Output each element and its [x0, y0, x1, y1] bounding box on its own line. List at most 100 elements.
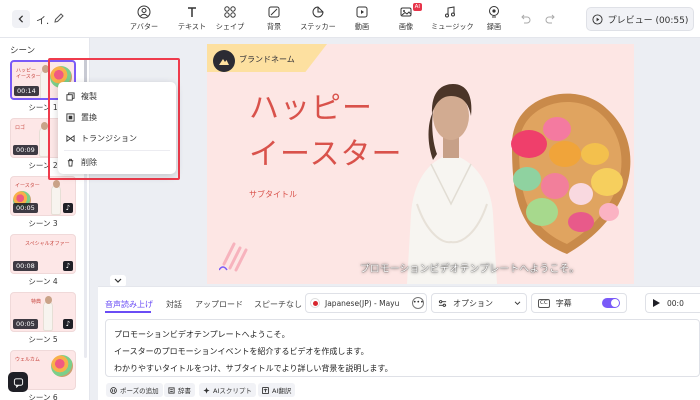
tool-music[interactable]: ミュージック	[430, 5, 474, 35]
thumb-title: イースター	[15, 183, 40, 189]
script-line: わかりやすいタイトルをつけ、サブタイトルでより詳しい背景を説明します。	[114, 364, 393, 373]
easter-eggs-image[interactable]	[497, 84, 634, 259]
undo-icon[interactable]	[518, 12, 532, 26]
voice-select[interactable]: Japanese(JP) - Mayu •••	[305, 293, 427, 313]
thumb-title: ロゴ	[15, 125, 26, 131]
script-textarea[interactable]: プロモーションビデオテンプレートへようこそ。 イースターのプロモーションイベント…	[105, 319, 700, 377]
scene-duration: 00:05	[13, 319, 38, 329]
preview-button[interactable]: プレビュー (00:55)	[586, 7, 694, 31]
japan-flag-icon	[310, 298, 320, 308]
tool-label: シェイプ	[215, 22, 245, 31]
chip-label: 辞書	[178, 387, 191, 395]
option-dropdown[interactable]: オプション	[431, 293, 527, 313]
mountain-icon	[219, 59, 229, 65]
chat-icon	[13, 377, 23, 388]
tool-shape[interactable]: シェイプ	[210, 5, 250, 35]
ai-script-icon	[203, 386, 210, 394]
chip-label: AI翻訳	[272, 387, 292, 395]
tool-label: ステッカー	[300, 22, 336, 31]
chevron-down-icon	[514, 301, 521, 306]
scene-label: シーン 6	[28, 393, 58, 400]
title-line-2: イースター	[249, 137, 403, 172]
menu-item-transition[interactable]: トランジション	[58, 128, 176, 149]
chevron-down-icon	[114, 278, 122, 283]
scene-panel-title: シーン	[10, 46, 36, 56]
tool-avatar[interactable]: アバター	[124, 5, 164, 35]
thumb-avatar	[40, 65, 50, 98]
replace-icon	[66, 113, 75, 122]
scene-thumbnail[interactable]: 特典 00:05 ♪	[10, 292, 76, 332]
tool-record[interactable]: 録画	[474, 5, 514, 35]
thumb-avatar	[39, 122, 49, 157]
menu-item-duplicate[interactable]: 複製	[58, 86, 176, 107]
script-panel: 音声読み上げ 対話 アップロード スピーチなし Japanese(JP) - M…	[98, 286, 700, 400]
music-note-icon: ♪	[63, 319, 73, 329]
thumb-title: スペシャルオファー	[25, 241, 70, 247]
scene-thumbnail[interactable]: スペシャルオファー 00:08 ♪	[10, 234, 76, 274]
menu-item-replace[interactable]: 置換	[58, 107, 176, 128]
play-icon	[653, 299, 660, 307]
ai-script-button[interactable]: AIスクリプト	[199, 383, 256, 397]
scene-label: シーン 4	[28, 277, 58, 286]
brand-logo	[213, 50, 235, 72]
caption-toggle[interactable]	[602, 298, 620, 308]
back-button[interactable]	[12, 10, 30, 28]
ai-translate-button[interactable]: AI翻訳	[258, 383, 296, 397]
decorative-strokes	[219, 242, 248, 272]
tool-label: 動画	[354, 22, 370, 31]
scene-label: シーン 3	[28, 219, 58, 228]
background-icon	[268, 6, 280, 18]
play-time: 00:0	[667, 298, 684, 308]
pause-icon	[110, 386, 117, 394]
dictionary-icon	[168, 386, 175, 394]
avatar-icon	[137, 5, 151, 19]
tool-sticker[interactable]: ステッカー	[298, 5, 338, 35]
brand-name[interactable]: ブランドネーム	[239, 54, 295, 65]
video-canvas[interactable]: ブランドネーム ハッピー イースター サブタイトル プロモーションビデオテンプレ…	[207, 44, 634, 284]
pencil-icon[interactable]	[52, 11, 66, 25]
tool-image[interactable]: AI 画像	[386, 3, 426, 35]
main-title[interactable]: ハッピー イースター	[249, 86, 403, 178]
tool-background[interactable]: 背景	[254, 5, 294, 35]
record-icon	[489, 6, 499, 18]
scene-context-menu: 複製 置換 トランジション 削除	[58, 82, 176, 174]
thumb-title: ウェルカム	[15, 357, 40, 363]
music-note-icon: ♪	[63, 203, 73, 213]
tab-upload[interactable]: アップロード	[195, 299, 243, 310]
avatar-presenter[interactable]	[387, 64, 517, 284]
script-line: プロモーションビデオテンプレートへようこそ。	[114, 330, 290, 339]
more-options-icon[interactable]: •••	[412, 297, 424, 309]
script-line: イースターのプロモーションイベントを紹介するビデオを作成します。	[114, 347, 369, 356]
sliders-icon	[438, 299, 447, 307]
chip-label: ポーズの追加	[120, 387, 159, 395]
menu-item-delete[interactable]: 削除	[58, 152, 176, 173]
trash-icon	[67, 158, 74, 167]
scene-thumbnail[interactable]: イースター 00:05 ♪	[10, 176, 76, 216]
thumb-avatar	[51, 180, 61, 215]
sticker-icon	[312, 6, 324, 18]
redo-icon[interactable]	[544, 12, 558, 26]
chip-label: AIスクリプト	[213, 387, 252, 395]
tab-dialogue[interactable]: 対話	[166, 299, 182, 310]
tab-text-to-speech[interactable]: 音声読み上げ	[105, 299, 153, 310]
active-tab-indicator	[105, 311, 151, 313]
closed-caption-icon: CC	[538, 298, 550, 308]
help-button[interactable]	[8, 372, 28, 392]
add-pause-button[interactable]: ポーズの追加	[106, 383, 163, 397]
image-icon	[400, 7, 412, 17]
preview-label: プレビュー (00:55)	[607, 15, 689, 26]
subtitle[interactable]: サブタイトル	[249, 189, 297, 200]
tool-text[interactable]: テキスト	[172, 5, 212, 35]
dictionary-button[interactable]: 辞書	[164, 383, 195, 397]
tab-no-speech[interactable]: スピーチなし	[254, 299, 302, 310]
voice-name: Japanese(JP) - Mayu	[325, 298, 400, 308]
play-script-button[interactable]: 00:0	[645, 293, 700, 313]
menu-item-label: 置換	[81, 113, 97, 122]
thumb-title: ハッピー イースター	[16, 68, 41, 80]
project-title[interactable]: イ.	[36, 12, 49, 27]
shape-icon	[224, 6, 236, 18]
tool-video[interactable]: 動画	[342, 5, 382, 35]
tool-label: 背景	[266, 22, 282, 31]
transition-icon	[66, 134, 75, 143]
caption-label: 字幕	[555, 298, 572, 308]
